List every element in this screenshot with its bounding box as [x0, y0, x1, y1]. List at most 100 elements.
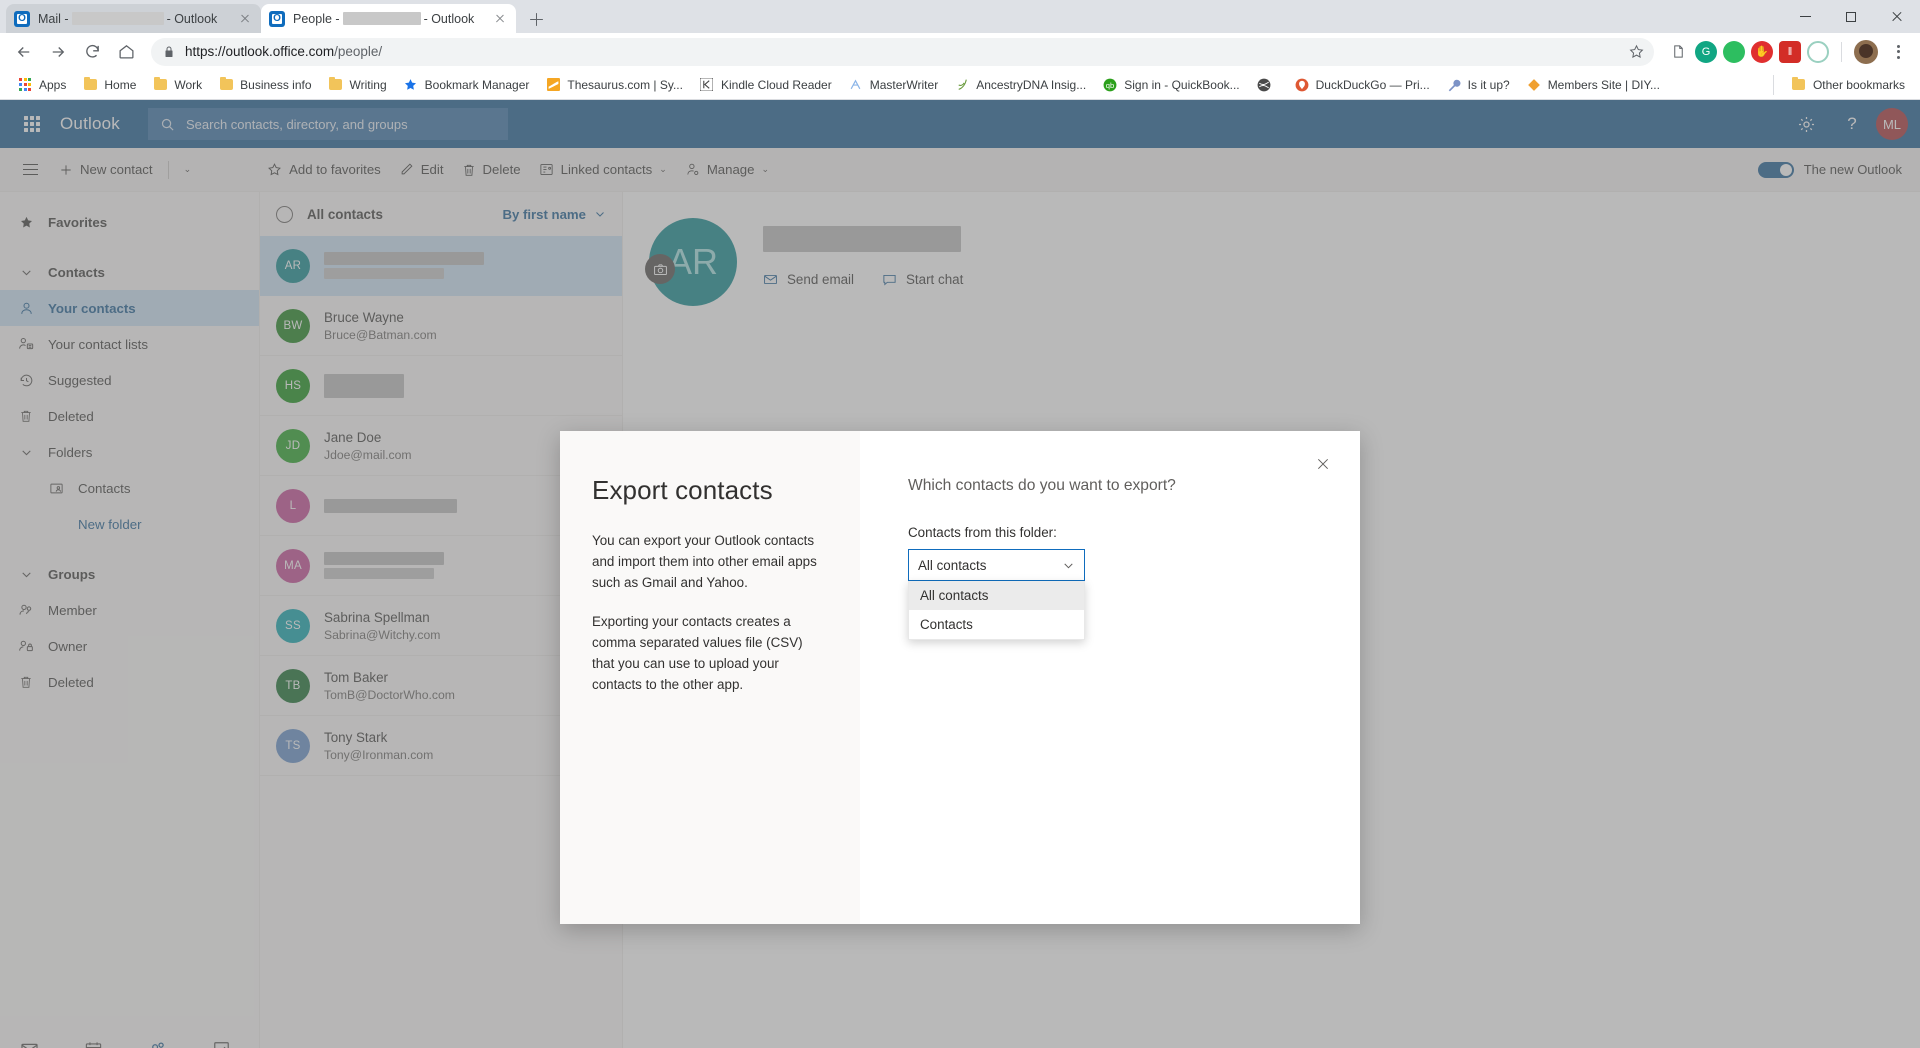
folder-icon: [328, 76, 344, 93]
dialog-title: Export contacts: [592, 475, 773, 505]
ancestry-icon: [954, 77, 970, 93]
bookmark-bookmark-manager[interactable]: Bookmark Manager: [396, 74, 537, 96]
thesaurus-icon: [545, 77, 561, 93]
folder-select-value: All contacts: [918, 557, 987, 573]
close-icon[interactable]: [1308, 449, 1338, 479]
home-icon[interactable]: [110, 36, 142, 68]
url-path: /people/: [334, 44, 383, 59]
new-tab-button[interactable]: [522, 5, 550, 33]
bookmark-kindle-cloud-reader[interactable]: Kindle Cloud Reader: [692, 74, 839, 96]
dropdown-option-all-contacts[interactable]: All contacts: [909, 581, 1084, 610]
dropdown-option-contacts[interactable]: Contacts: [909, 610, 1084, 639]
browser-tab-mail[interactable]: O Mail - - Outlook: [6, 4, 261, 33]
bookmark-label: MasterWriter: [869, 77, 939, 92]
loading-ring-icon[interactable]: [1807, 40, 1829, 63]
folder-icon: [1791, 76, 1807, 93]
bookmark-apps[interactable]: Apps: [10, 74, 73, 96]
bookmark-label: Apps: [39, 77, 67, 92]
quickbooks-icon: qb: [1102, 77, 1118, 93]
tab-title-suffix: - Outlook: [166, 11, 218, 26]
bookmark-label: Kindle Cloud Reader: [720, 77, 832, 92]
bookmark-ancestrydna[interactable]: AncestryDNA Insig...: [947, 74, 1093, 96]
other-bookmarks-group: Other bookmarks: [1767, 74, 1912, 96]
lock-icon: [163, 46, 175, 58]
kindle-icon: [699, 77, 715, 93]
bookmark-duckduckgo[interactable]: DuckDuckGo — Pri...: [1287, 74, 1437, 96]
avatar[interactable]: [1854, 39, 1878, 64]
folder-icon: [152, 76, 168, 93]
bookmark-work[interactable]: Work: [145, 74, 209, 96]
adblock-icon[interactable]: ✋: [1751, 40, 1773, 63]
star-icon: [403, 77, 419, 93]
svg-text:qb: qb: [1106, 80, 1114, 89]
bookmark-quickbooks[interactable]: qb Sign in - QuickBook...: [1095, 74, 1246, 96]
chevron-down-icon: [1062, 559, 1075, 572]
close-icon[interactable]: [1874, 0, 1920, 33]
bookmark-label: Business info: [240, 77, 312, 92]
bookmark-members-site[interactable]: Members Site | DIY...: [1519, 74, 1667, 96]
evernote-icon[interactable]: [1723, 40, 1745, 63]
bookmark-globe[interactable]: [1249, 74, 1285, 96]
bookmark-home[interactable]: Home: [75, 74, 143, 96]
globe-icon: [1256, 77, 1272, 93]
folder-select[interactable]: All contacts: [908, 549, 1085, 581]
folder-select-dropdown: All contacts Contacts: [908, 581, 1085, 640]
folder-select-label: Contacts from this folder:: [908, 525, 1057, 540]
tab-title-prefix: Mail -: [38, 11, 69, 26]
reload-icon[interactable]: [76, 36, 108, 68]
url-origin: https://outlook.office.com: [185, 44, 335, 59]
dialog-question: Which contacts do you want to export?: [908, 477, 1176, 494]
bookmarks-divider: [1772, 74, 1774, 95]
bookmark-label: Is it up?: [1467, 77, 1510, 92]
apps-grid-icon: [17, 77, 33, 93]
forward-arrow-icon[interactable]: [42, 36, 74, 68]
redacted-text: [71, 12, 164, 25]
bookmark-other-bookmarks[interactable]: Other bookmarks: [1784, 74, 1912, 96]
extension-icons: G ✋ ‖: [1663, 38, 1912, 66]
grammarly-icon[interactable]: G: [1695, 40, 1717, 63]
bookmark-label: AncestryDNA Insig...: [976, 77, 1087, 92]
close-icon[interactable]: [492, 11, 508, 27]
lastpass-icon[interactable]: ‖: [1779, 40, 1801, 63]
browser-window: O Mail - - Outlook O People - - Outlook: [0, 0, 1920, 1048]
bookmark-label: Sign in - QuickBook...: [1124, 77, 1240, 92]
outlook-icon: O: [14, 10, 30, 27]
reading-list-icon[interactable]: [1667, 40, 1689, 63]
browser-toolbar: https://outlook.office.com/people/ G ✋ ‖: [0, 33, 1920, 70]
chrome-menu-icon[interactable]: [1884, 38, 1912, 66]
outlook-app: Outlook Search contacts, directory, and …: [0, 100, 1920, 1048]
export-contacts-dialog: Export contacts You can export your Outl…: [560, 431, 1360, 924]
bookmark-writing[interactable]: Writing: [321, 74, 394, 96]
bookmark-label: DuckDuckGo — Pri...: [1315, 77, 1430, 92]
back-arrow-icon[interactable]: [8, 36, 40, 68]
bookmark-label: Members Site | DIY...: [1547, 77, 1660, 92]
dialog-info-panel: Export contacts You can export your Outl…: [560, 431, 860, 924]
bookmark-is-it-up[interactable]: Is it up?: [1439, 74, 1517, 96]
outlook-icon: O: [269, 10, 285, 27]
tab-title-prefix: People -: [293, 11, 340, 26]
maximize-icon[interactable]: [1828, 0, 1874, 33]
close-icon[interactable]: [237, 11, 253, 27]
tab-title: Mail - - Outlook: [38, 12, 229, 26]
folder-select-group: All contacts All contacts Contacts: [908, 549, 1085, 640]
bookmark-business-info[interactable]: Business info: [211, 74, 318, 96]
address-bar[interactable]: https://outlook.office.com/people/: [151, 37, 1654, 66]
bookmark-label: Home: [104, 77, 137, 92]
toolbar-divider: [1841, 41, 1842, 62]
bookmarks-bar: Apps Home Work Business info Writing Boo…: [0, 70, 1920, 100]
minimize-icon[interactable]: [1782, 0, 1828, 33]
browser-tab-people[interactable]: O People - - Outlook: [261, 4, 516, 33]
duckduckgo-icon: [1294, 77, 1310, 93]
bookmark-label: Bookmark Manager: [424, 77, 530, 92]
bookmark-label: Thesaurus.com | Sy...: [567, 77, 683, 92]
star-icon[interactable]: [1629, 44, 1644, 59]
folder-icon: [218, 76, 234, 93]
dialog-paragraph: You can export your Outlook contacts and…: [592, 533, 817, 590]
url-text: https://outlook.office.com/people/: [185, 44, 382, 59]
bookmark-thesaurus[interactable]: Thesaurus.com | Sy...: [538, 74, 690, 96]
redacted-text: [342, 12, 421, 25]
masterwriter-icon: [848, 77, 864, 93]
bookmark-masterwriter[interactable]: MasterWriter: [841, 74, 945, 96]
diamond-icon: [1526, 77, 1542, 93]
dialog-form-panel: Which contacts do you want to export? Co…: [860, 431, 1360, 924]
